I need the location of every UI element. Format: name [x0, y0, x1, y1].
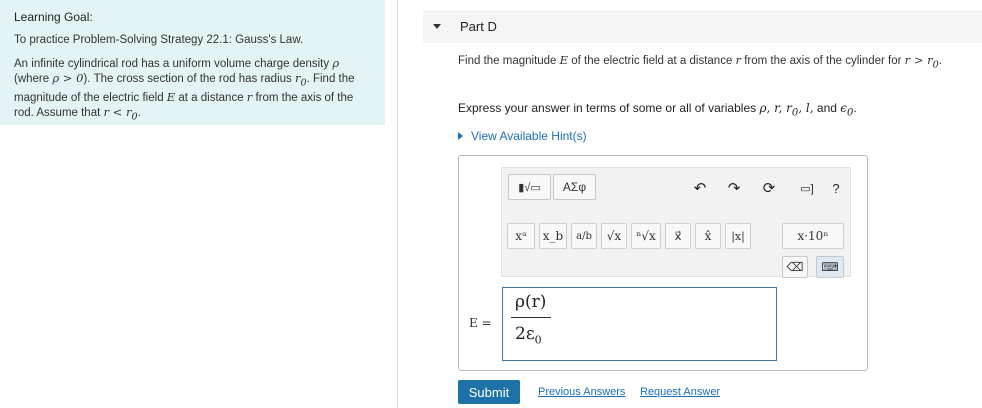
goal-title: Learning Goal:: [14, 10, 93, 24]
backspace-icon[interactable]: ⌫: [782, 256, 808, 278]
answer-label: E =: [469, 316, 492, 330]
keyboard-shortcuts-icon[interactable]: ▭]: [792, 178, 822, 198]
absolute-value-button[interactable]: |x|: [725, 223, 751, 249]
scientific-notation-button[interactable]: x·10ⁿ: [782, 223, 844, 249]
part-label: Part D: [460, 19, 497, 34]
view-hints-link[interactable]: View Available Hint(s): [458, 129, 587, 143]
request-answer-link[interactable]: Request Answer: [640, 386, 720, 398]
vector-button[interactable]: x⃗: [665, 223, 691, 249]
keypad-icon[interactable]: ⌨: [816, 256, 844, 278]
part-d-header[interactable]: Part D: [423, 10, 982, 43]
question-text: Find the magnitude E of the electric fie…: [458, 53, 942, 71]
sqrt-button[interactable]: √x: [601, 223, 627, 249]
submit-button[interactable]: Submit: [458, 380, 520, 404]
answer-numerator: ρ(r): [515, 292, 547, 312]
panel-divider: [397, 0, 398, 408]
learning-goal-panel: Learning Goal: To practice Problem-Solvi…: [0, 0, 385, 125]
answer-box: ▮√▭ ΑΣφ ↶ ↷ ⟳ ▭] ? xᵃ x_b a/b √x ⁿ√x x⃗ …: [458, 155, 868, 371]
hint-label: View Available Hint(s): [471, 129, 587, 143]
unit-vector-button[interactable]: x̂: [695, 223, 721, 249]
math-toolbar: ▮√▭ ΑΣφ ↶ ↷ ⟳ ▭] ? xᵃ x_b a/b √x ⁿ√x x⃗ …: [501, 167, 851, 278]
instruction-text: Express your answer in terms of some or …: [458, 101, 857, 119]
templates-button[interactable]: ▮√▭: [508, 174, 551, 200]
answer-fraction: ρ(r) 2ε0: [511, 292, 551, 346]
caret-right-icon: [458, 132, 463, 140]
nth-root-button[interactable]: ⁿ√x: [631, 223, 661, 249]
undo-icon[interactable]: ↶: [690, 178, 710, 198]
help-icon[interactable]: ?: [828, 178, 844, 198]
fraction-button[interactable]: a/b: [571, 223, 597, 249]
goal-text: An infinite cylindrical rod has a unifor…: [14, 56, 355, 123]
caret-down-icon: [433, 24, 441, 29]
superscript-button[interactable]: xᵃ: [507, 223, 535, 249]
goal-subtitle: To practice Problem-Solving Strategy 22.…: [14, 34, 304, 46]
subscript-button[interactable]: x_b: [539, 223, 567, 249]
reset-icon[interactable]: ⟳: [759, 178, 779, 198]
redo-icon[interactable]: ↷: [724, 178, 744, 198]
answer-input[interactable]: ρ(r) 2ε0: [502, 287, 777, 361]
previous-answers-link[interactable]: Previous Answers: [538, 386, 625, 398]
answer-denominator: 2ε0: [515, 324, 542, 347]
greek-symbols-button[interactable]: ΑΣφ: [553, 174, 596, 200]
